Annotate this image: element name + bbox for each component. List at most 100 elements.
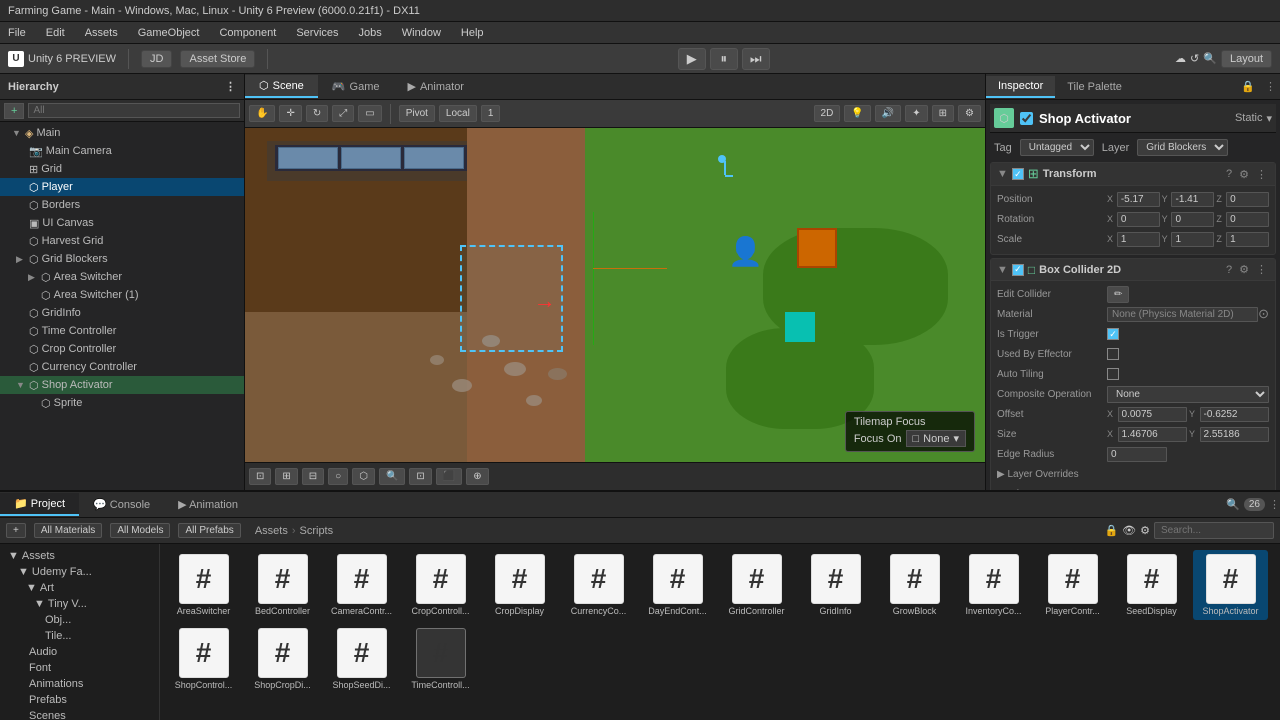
inspector-lock-icon[interactable]: 🔒 xyxy=(1235,80,1261,93)
tree-item-areaswitcher[interactable]: ▶ ⬡ Area Switcher xyxy=(0,268,244,286)
files-search-input[interactable] xyxy=(1154,522,1274,539)
pause-button[interactable]: ⏸ xyxy=(710,48,738,70)
jd-button[interactable]: JD xyxy=(141,50,172,68)
menu-gameobject[interactable]: GameObject xyxy=(134,25,204,41)
scale-y-input[interactable] xyxy=(1171,232,1214,247)
position-x-input[interactable] xyxy=(1117,192,1160,207)
menu-assets[interactable]: Assets xyxy=(81,25,122,41)
position-y-input[interactable] xyxy=(1171,192,1214,207)
file-item-cameracontr[interactable]: CameraContr... xyxy=(324,550,399,620)
tree-item-currencycontroller[interactable]: ⬡ Currency Controller xyxy=(0,358,244,376)
bc1-size-y-input[interactable] xyxy=(1200,427,1269,442)
breadcrumb-assets[interactable]: Assets xyxy=(255,525,288,537)
bc1-edge-input[interactable] xyxy=(1107,447,1167,462)
bc1-help-icon[interactable]: ? xyxy=(1224,263,1234,277)
tree-item-harvestgrid[interactable]: ⬡ Harvest Grid xyxy=(0,232,244,250)
file-item-gridcontroller[interactable]: GridController xyxy=(719,550,794,620)
scene-bottom-btn5[interactable]: ⬡ xyxy=(352,468,375,485)
tree-item-uicanvas[interactable]: ▣ UI Canvas xyxy=(0,214,244,232)
bc1-composite-dropdown[interactable]: None xyxy=(1107,386,1269,403)
file-item-inventoryco[interactable]: InventoryCo... xyxy=(956,550,1031,620)
bottom-tab-animation[interactable]: ▶ Animation xyxy=(164,494,252,515)
light-toggle[interactable]: 💡 xyxy=(844,105,870,122)
all-prefabs-button[interactable]: All Prefabs xyxy=(178,523,240,538)
file-item-shopcropdi[interactable]: ShopCropDi... xyxy=(245,624,320,694)
proj-item-udemyfa[interactable]: ▼ Udemy Fa... xyxy=(4,564,155,580)
bc1-effector-checkbox[interactable] xyxy=(1107,348,1119,360)
tree-item-player[interactable]: ⬡ Player xyxy=(0,178,244,196)
file-item-areaswitcher[interactable]: AreaSwitcher xyxy=(166,550,241,620)
scene-view[interactable]: → 👤 Tilemap Focus Focus On xyxy=(245,128,985,462)
tree-item-timecontroller[interactable]: ⬡ Time Controller xyxy=(0,322,244,340)
eye-icon-bottom[interactable]: 👁 xyxy=(1122,524,1136,537)
file-item-cropcontroll[interactable]: CropControll... xyxy=(403,550,478,620)
proj-item-audio[interactable]: Audio xyxy=(4,644,155,660)
fx-toggle[interactable]: ✦ xyxy=(905,105,927,122)
transform-enabled-checkbox[interactable]: ✓ xyxy=(1012,168,1024,180)
scene-bottom-btn8[interactable]: ⬛ xyxy=(436,468,462,485)
focus-none-dropdown[interactable]: □ None ▾ xyxy=(906,430,966,447)
scene-bottom-btn4[interactable]: ○ xyxy=(328,468,348,485)
bc1-settings-icon[interactable]: ⚙ xyxy=(1237,262,1251,277)
scene-bottom-btn6[interactable]: 🔍 xyxy=(379,468,405,485)
menu-jobs[interactable]: Jobs xyxy=(355,25,386,41)
file-item-timecontroll[interactable]: TimeControll... xyxy=(403,624,478,694)
scene-bottom-btn1[interactable]: ⊡ xyxy=(249,468,271,485)
proj-item-scenes[interactable]: Scenes xyxy=(4,708,155,720)
file-item-cropdisplay[interactable]: CropDisplay xyxy=(482,550,557,620)
move-tool[interactable]: ✛ xyxy=(279,105,301,122)
scale-x-input[interactable] xyxy=(1117,232,1160,247)
layer-dropdown[interactable]: Grid Blockers xyxy=(1137,139,1228,156)
hierarchy-search-input[interactable] xyxy=(28,103,240,118)
pivot-button[interactable]: Pivot xyxy=(399,105,435,122)
file-item-playercontr[interactable]: PlayerContr... xyxy=(1035,550,1110,620)
tree-item-sprite[interactable]: ⬡ Sprite xyxy=(0,394,244,412)
play-button[interactable]: ▶ xyxy=(678,48,706,70)
file-item-shopseeddi[interactable]: ShopSeedDi... xyxy=(324,624,399,694)
bc1-more-icon[interactable]: ⋮ xyxy=(1254,262,1269,277)
hand-tool[interactable]: ✋ xyxy=(249,105,275,122)
static-dropdown-arrow[interactable]: ▾ xyxy=(1266,112,1272,125)
rotate-tool[interactable]: ↻ xyxy=(306,105,328,122)
transform-settings-icon[interactable]: ⚙ xyxy=(1237,167,1251,182)
inspector-tab-inspector[interactable]: Inspector xyxy=(986,76,1055,98)
bottom-tab-project[interactable]: 📁 Project xyxy=(0,493,79,516)
all-models-button[interactable]: All Models xyxy=(110,523,170,538)
gizmo-toggle[interactable]: ⚙ xyxy=(958,105,981,122)
proj-item-animations[interactable]: Animations xyxy=(4,676,155,692)
menu-help[interactable]: Help xyxy=(457,25,488,41)
inspector-more-icon[interactable]: ⋮ xyxy=(1261,80,1280,93)
file-item-dayendcont[interactable]: DayEndCont... xyxy=(640,550,715,620)
menu-file[interactable]: File xyxy=(4,25,30,41)
proj-item-prefabs[interactable]: Prefabs xyxy=(4,692,155,708)
inspector-tab-tilepalette[interactable]: Tile Palette xyxy=(1055,77,1134,97)
all-materials-button[interactable]: All Materials xyxy=(34,523,102,538)
scene-tab-game[interactable]: 🎮 Game xyxy=(318,76,394,97)
file-item-bedcontroller[interactable]: BedController xyxy=(245,550,320,620)
proj-item-tile[interactable]: Tile... xyxy=(4,628,155,644)
proj-item-font[interactable]: Font xyxy=(4,660,155,676)
bc1-size-x-input[interactable] xyxy=(1118,427,1187,442)
local-button[interactable]: Local xyxy=(439,105,477,122)
tree-item-cropcontroller[interactable]: ⬡ Crop Controller xyxy=(0,340,244,358)
bc1-offset-y-input[interactable] xyxy=(1200,407,1269,422)
2d-toggle[interactable]: 2D xyxy=(814,105,841,122)
gear-icon-bottom[interactable]: ⚙ xyxy=(1140,524,1150,537)
tree-item-grid[interactable]: ⊞ Grid xyxy=(0,160,244,178)
object-active-checkbox[interactable] xyxy=(1020,112,1033,125)
transform-more-icon[interactable]: ⋮ xyxy=(1254,167,1269,182)
menu-edit[interactable]: Edit xyxy=(42,25,69,41)
tag-dropdown[interactable]: Untagged xyxy=(1020,139,1094,156)
tree-item-areaswitcher1[interactable]: ⬡ Area Switcher (1) xyxy=(0,286,244,304)
search-icon[interactable]: 🔍 xyxy=(1203,52,1217,65)
menu-services[interactable]: Services xyxy=(292,25,342,41)
object-name[interactable]: Shop Activator xyxy=(1039,111,1229,126)
bottom-tab-console[interactable]: 💬 Console xyxy=(79,494,164,515)
snap-button[interactable]: 1 xyxy=(481,105,501,122)
layout-button[interactable]: Layout xyxy=(1221,50,1272,68)
tree-item-gridinfo[interactable]: ⬡ GridInfo xyxy=(0,304,244,322)
scene-tab-animator[interactable]: ▶ Animator xyxy=(393,76,478,97)
bc1-trigger-checkbox[interactable]: ✓ xyxy=(1107,328,1119,340)
file-item-seeddisplay[interactable]: SeedDisplay xyxy=(1114,550,1189,620)
scene-bottom-btn2[interactable]: ⊞ xyxy=(275,468,297,485)
